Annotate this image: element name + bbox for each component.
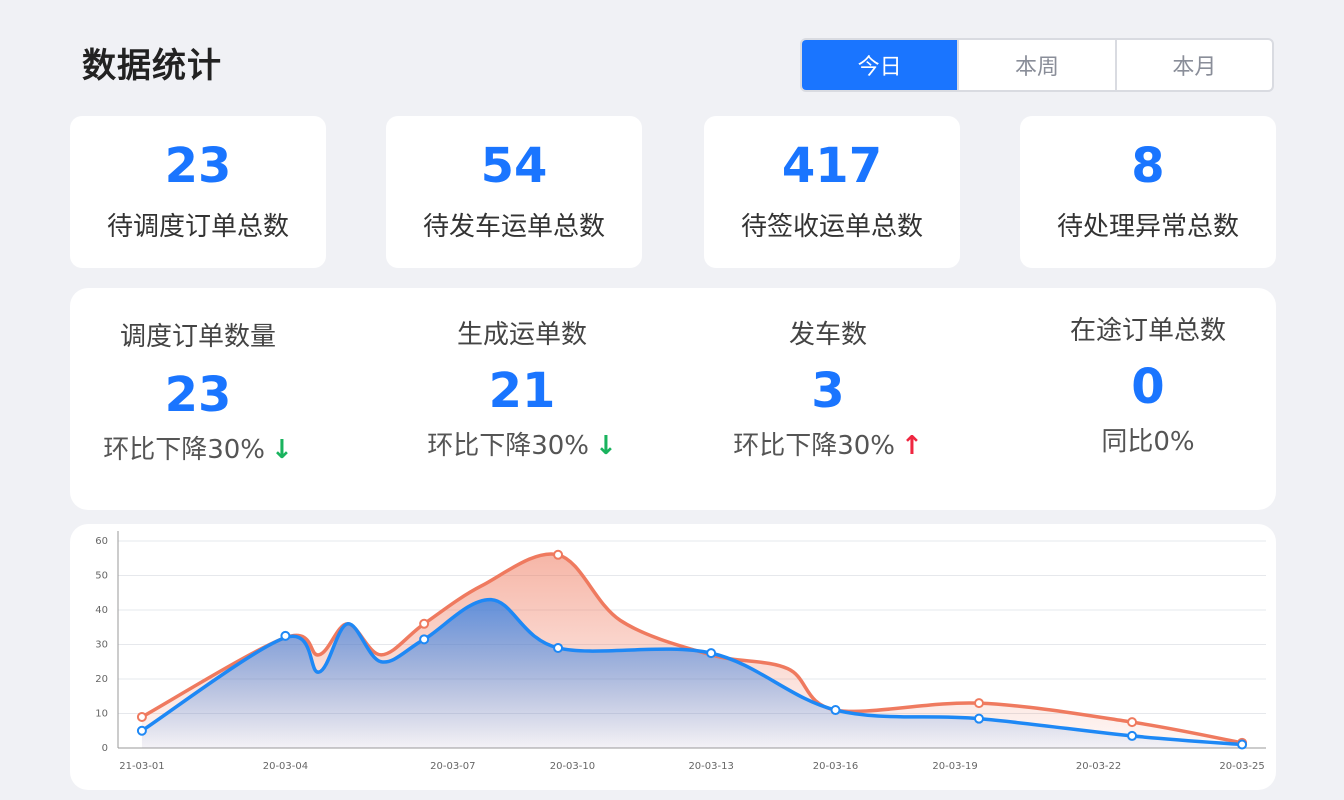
blue-series-point	[706, 648, 717, 659]
trend-chart-card: 0 10 20 30 40 50 60 21-03-01 20-03-04 20-03-07 20-…	[70, 524, 1276, 790]
stat-compare-text: 环比下降30%	[733, 431, 895, 461]
y-tick-label: 20	[95, 674, 108, 685]
orange-series-point	[1127, 717, 1138, 728]
x-tick-label: 20-03-19	[932, 761, 977, 772]
x-tick-label: 20-03-16	[813, 761, 858, 772]
y-tick-label: 0	[102, 743, 108, 754]
stat-compare-text: 环比下降30%	[103, 435, 265, 465]
stat-label: 发车数	[788, 320, 867, 350]
blue-series-point	[419, 634, 430, 645]
stats-panel: 调度订单数量 23 环比下降30% ↓ 生成运单数 21 环比下降30% ↓ 发车数…	[70, 288, 1276, 510]
x-tick-label: 20-03-25	[1219, 761, 1264, 772]
blue-series-point	[553, 642, 564, 653]
summary-card-value: 8	[1131, 138, 1165, 194]
x-tick-label: 21-03-01	[119, 761, 164, 772]
x-tick-label: 20-03-10	[550, 761, 595, 772]
orange-series-point	[974, 698, 984, 709]
stat-dispatch-orders: 调度订单数量 23 环比下降30% ↓	[48, 288, 348, 466]
trend-chart: 0 10 20 30 40 50 60 21-03-01 20-03-04 20-03-07 20-…	[95, 531, 1266, 772]
stat-compare: 同比0%	[998, 421, 1298, 458]
summary-card-pending-dispatch[interactable]: 23 待调度订单总数	[70, 116, 326, 268]
summary-card-label: 待发车运单总数	[422, 212, 605, 242]
stat-in-transit-orders: 在途订单总数 0 同比0%	[998, 288, 1298, 458]
stat-compare-text: 同比0%	[1101, 427, 1195, 457]
x-tick-label: 20-03-13	[688, 761, 733, 772]
x-tick-label: 20-03-07	[430, 761, 475, 772]
blue-series-point	[1127, 730, 1138, 741]
stat-label: 在途订单总数	[1069, 316, 1226, 346]
arrow-up-icon: ↑	[901, 431, 923, 461]
summary-card-pending-exceptions[interactable]: 8 待处理异常总数	[1020, 116, 1276, 268]
summary-card-label: 待处理异常总数	[1056, 212, 1239, 242]
summary-card-value: 54	[480, 138, 548, 194]
tab-today[interactable]: 今日	[802, 40, 958, 90]
stat-departures: 发车数 3 环比下降30% ↑	[678, 288, 978, 462]
tab-this-week[interactable]: 本周	[957, 40, 1114, 90]
stat-compare: 环比下降30% ↓	[48, 429, 348, 466]
x-tick-label: 20-03-22	[1076, 761, 1121, 772]
arrow-down-icon: ↓	[595, 431, 617, 461]
tab-this-month[interactable]: 本月	[1114, 40, 1272, 90]
x-tick-label: 20-03-04	[263, 761, 308, 772]
stat-compare-text: 环比下降30%	[427, 431, 589, 461]
blue-series-point	[136, 725, 147, 736]
stat-compare: 环比下降30% ↑	[678, 425, 978, 462]
summary-card-label: 待签收运单总数	[740, 212, 923, 242]
summary-card-label: 待调度订单总数	[106, 212, 289, 242]
orange-series-point	[136, 711, 147, 722]
y-tick-label: 30	[95, 640, 108, 651]
stat-value: 0	[1131, 359, 1165, 415]
stat-value: 21	[488, 363, 556, 419]
blue-series-point	[974, 713, 984, 724]
blue-series-point	[830, 705, 841, 716]
summary-card-value: 417	[781, 138, 883, 194]
blue-series-point	[280, 630, 291, 641]
stat-label: 生成运单数	[456, 320, 587, 350]
y-tick-label: 60	[95, 536, 108, 547]
stat-compare: 环比下降30% ↓	[372, 425, 672, 462]
y-tick-label: 50	[95, 571, 108, 582]
summary-card-pending-departure[interactable]: 54 待发车运单总数	[386, 116, 642, 268]
summary-card-pending-signing[interactable]: 417 待签收运单总数	[704, 116, 960, 268]
stat-generated-waybills: 生成运单数 21 环比下降30% ↓	[372, 288, 672, 462]
orange-series-point	[553, 549, 564, 560]
period-selector: 今日 本周 本月	[800, 38, 1274, 92]
stat-label: 调度订单数量	[119, 322, 276, 352]
y-tick-label: 40	[95, 605, 108, 616]
summary-card-value: 23	[164, 138, 232, 194]
blue-series-point	[1237, 739, 1248, 750]
stat-value: 23	[164, 367, 232, 423]
orange-series-point	[419, 618, 430, 629]
page-title: 数据统计	[82, 46, 222, 86]
arrow-down-icon: ↓	[271, 435, 293, 465]
stat-value: 3	[811, 363, 845, 419]
y-tick-label: 10	[95, 709, 108, 720]
